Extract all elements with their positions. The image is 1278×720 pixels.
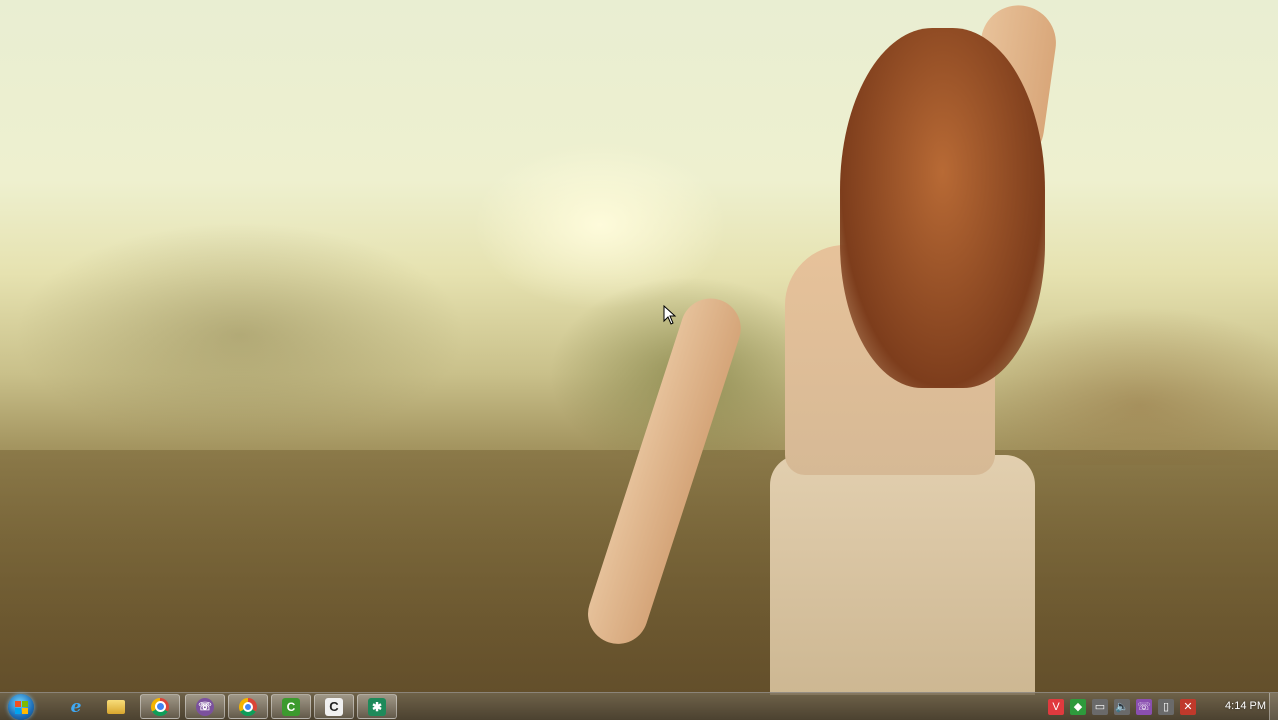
chrome-app-icon xyxy=(239,697,257,716)
file-explorer-icon xyxy=(107,699,125,714)
start-button[interactable] xyxy=(8,694,34,720)
camtasia-icon: C xyxy=(282,697,300,716)
wallpaper-figure-dress xyxy=(770,455,1035,695)
vivaldi-tray-icon[interactable]: V xyxy=(1048,698,1064,715)
chrome-taskbar-button[interactable] xyxy=(140,694,180,719)
capture-taskbar-button[interactable]: C xyxy=(314,694,354,719)
wallpaper-figure-hair xyxy=(840,28,1045,388)
internet-explorer-icon: e xyxy=(70,696,82,717)
taskbar: e ☏ C C ✱ V ◆ ▭ 🔈 ☏ ▯ ✕ 4:14 PM xyxy=(0,692,1278,720)
capture-icon: C xyxy=(325,697,343,716)
viber-tray-icon[interactable]: ☏ xyxy=(1136,698,1152,715)
taskbar-clock[interactable]: 4:14 PM xyxy=(1225,693,1266,720)
system-tray: V ◆ ▭ 🔈 ☏ ▯ ✕ xyxy=(1048,693,1196,720)
camtasia-taskbar-button[interactable]: C xyxy=(271,694,311,719)
viber-icon: ☏ xyxy=(196,697,214,716)
volume-tray-icon[interactable]: 🔈 xyxy=(1114,698,1130,715)
clipboard-tray-icon[interactable]: ▯ xyxy=(1158,698,1174,715)
network-disconnected-tray-icon[interactable]: ✕ xyxy=(1180,698,1196,715)
internet-explorer-taskbar-button[interactable]: e xyxy=(56,694,96,719)
desktop[interactable]: e ☏ C C ✱ V ◆ ▭ 🔈 ☏ ▯ ✕ 4:14 PM xyxy=(0,0,1278,720)
windows-logo-icon xyxy=(15,701,28,714)
network-share-tray-icon[interactable]: ◆ xyxy=(1070,698,1086,715)
action-center-tray-icon[interactable]: ▭ xyxy=(1092,698,1108,715)
chrome-icon xyxy=(151,697,169,716)
mouse-cursor-icon xyxy=(663,305,677,325)
wallpaper-treeline xyxy=(0,205,1278,465)
app-taskbar-button[interactable]: ✱ xyxy=(357,694,397,719)
chrome-app-taskbar-button[interactable] xyxy=(228,694,268,719)
show-desktop-button[interactable] xyxy=(1269,693,1278,720)
viber-taskbar-button[interactable]: ☏ xyxy=(185,694,225,719)
app-icon: ✱ xyxy=(368,697,386,716)
file-explorer-taskbar-button[interactable] xyxy=(96,694,136,719)
